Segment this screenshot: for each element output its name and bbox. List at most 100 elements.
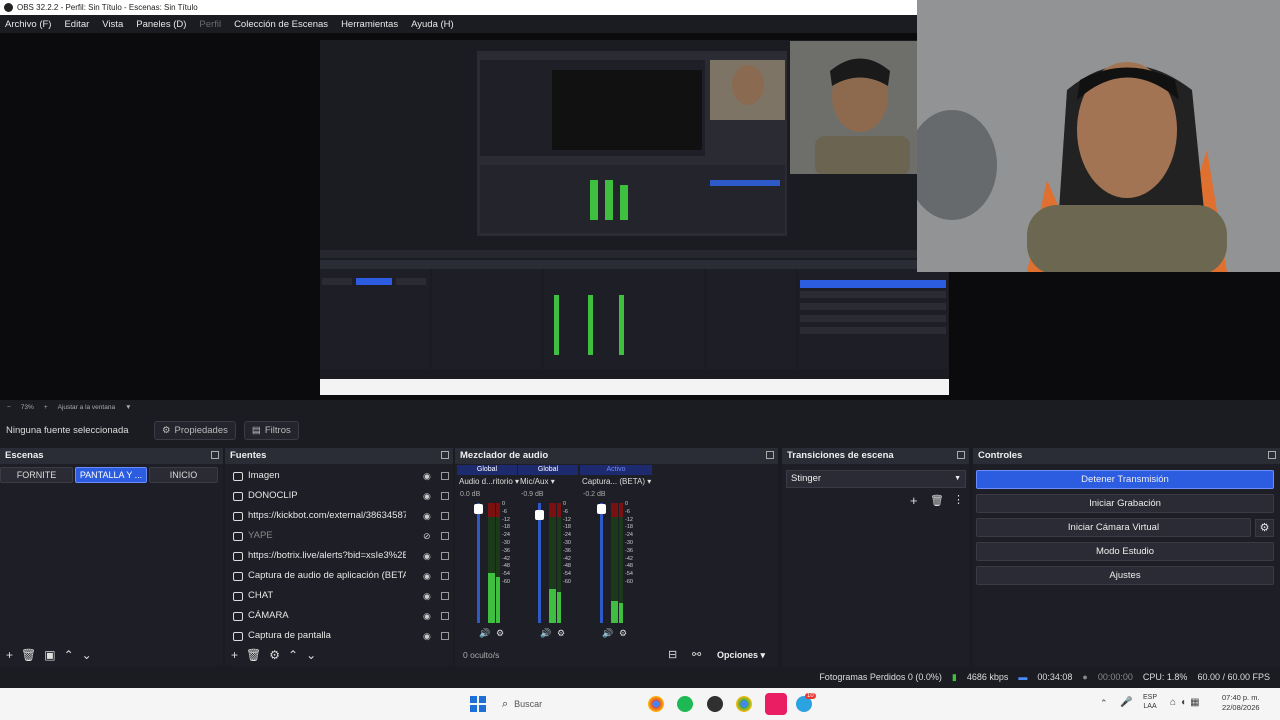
tray-expand-icon[interactable]: ⌃ — [1100, 698, 1108, 709]
volume-fader[interactable] — [538, 503, 541, 623]
menu-paneles[interactable]: Paneles (D) — [136, 19, 186, 30]
lock-icon[interactable] — [441, 572, 449, 580]
chrome-profile-icon[interactable] — [736, 696, 752, 712]
source-row[interactable]: Captura de audio de aplicación (BETA) ◉ — [229, 567, 451, 585]
eye-icon[interactable]: ◉ — [423, 607, 433, 625]
lock-icon[interactable] — [441, 552, 449, 560]
arrow-down-icon[interactable]: ⌄ — [306, 648, 316, 662]
gear-icon[interactable]: ⚙ — [496, 628, 504, 639]
channel-name[interactable]: Audio d...ritorio ▾ — [459, 477, 519, 489]
source-row[interactable]: Imagen ◉ — [229, 467, 451, 485]
source-row[interactable]: CÁMARA ◉ — [229, 607, 451, 625]
gear-icon[interactable]: ⚙ — [1255, 519, 1274, 537]
source-row[interactable]: https://kickbot.com/external/38634587 ◉ — [229, 507, 451, 525]
menu-editar[interactable]: Editar — [64, 19, 89, 30]
add-icon[interactable]: + — [231, 648, 238, 662]
gear-icon[interactable]: ⚙ — [269, 648, 280, 662]
source-row[interactable]: DONOCLIP ◉ — [229, 487, 451, 505]
add-icon[interactable]: + — [910, 493, 918, 508]
lock-icon[interactable] — [441, 632, 449, 640]
eye-icon[interactable]: ◉ — [423, 547, 433, 565]
undock-icon[interactable] — [957, 451, 965, 459]
windows-start-icon[interactable] — [470, 696, 486, 712]
trash-icon[interactable]: 🗑 — [246, 648, 261, 662]
eye-icon[interactable]: ◉ — [423, 627, 433, 645]
menu-perfil[interactable]: Perfil — [199, 19, 221, 30]
speaker-icon[interactable]: 🔊 — [602, 628, 613, 639]
taskbar-clock[interactable]: 07:40 p. m. 22/08/2026 — [1222, 693, 1260, 713]
obs-icon[interactable] — [707, 696, 723, 712]
lock-icon[interactable] — [441, 492, 449, 500]
spotify-icon[interactable] — [677, 696, 693, 712]
undock-icon[interactable] — [1268, 451, 1276, 459]
source-row[interactable]: Captura de pantalla ◉ — [229, 627, 451, 645]
undock-icon[interactable] — [441, 451, 449, 459]
speaker-icon[interactable]: 🔊 — [479, 628, 490, 639]
volume-fader[interactable] — [477, 503, 480, 623]
arrow-up-icon[interactable]: ⌃ — [64, 648, 74, 662]
undock-icon[interactable] — [766, 451, 774, 459]
chrome-icon[interactable] — [648, 696, 664, 712]
lock-icon[interactable] — [441, 532, 449, 540]
volume-fader[interactable] — [600, 503, 603, 623]
layout-icon[interactable]: ⊟ — [668, 648, 677, 661]
zoom-in-button[interactable]: + — [44, 404, 48, 411]
taskbar-search[interactable]: ⌕ Buscar — [496, 694, 636, 714]
add-icon[interactable]: + — [6, 648, 13, 662]
start-recording-button[interactable]: Iniciar Grabación — [976, 494, 1274, 513]
menu-archivo[interactable]: Archivo (F) — [5, 19, 51, 30]
eye-icon[interactable]: ◉ — [423, 587, 433, 605]
eye-icon[interactable]: ◉ — [423, 507, 433, 525]
lock-icon[interactable] — [441, 592, 449, 600]
filter-icon[interactable]: ▣ — [44, 648, 55, 662]
menu-coleccion-escenas[interactable]: Colección de Escenas — [234, 19, 328, 30]
fader-knob[interactable] — [597, 504, 606, 514]
source-row[interactable]: YAPE ⊘ — [229, 527, 451, 545]
tray-icons[interactable]: ⌂◖▦ — [1170, 697, 1204, 708]
eye-off-icon[interactable]: ⊘ — [423, 527, 433, 545]
lock-icon[interactable] — [441, 472, 449, 480]
gear-icon[interactable]: ⚙ — [557, 628, 565, 639]
menu-herramientas[interactable]: Herramientas — [341, 19, 398, 30]
menu-vista[interactable]: Vista — [102, 19, 123, 30]
lock-icon[interactable] — [441, 612, 449, 620]
source-row[interactable]: CHAT ◉ — [229, 587, 451, 605]
scene-fornite[interactable]: FORNITE — [0, 467, 73, 483]
transition-select[interactable]: Stinger ▼ — [786, 470, 966, 488]
properties-button[interactable]: ⚙ Propiedades — [154, 420, 236, 440]
eye-icon[interactable]: ◉ — [423, 467, 433, 485]
fader-knob[interactable] — [474, 504, 483, 514]
settings-button[interactable]: Ajustes — [976, 566, 1274, 585]
menu-ayuda[interactable]: Ayuda (H) — [411, 19, 454, 30]
mixer-options-button[interactable]: Opciones ▾ — [717, 650, 765, 661]
language-indicator[interactable]: ESP LAA — [1143, 693, 1157, 711]
filters-button[interactable]: ▤ Filtros — [243, 420, 299, 440]
link-icon[interactable]: ⚯ — [692, 648, 701, 661]
mic-icon[interactable]: 🎤 — [1120, 697, 1132, 708]
eye-icon[interactable]: ◉ — [423, 487, 433, 505]
eye-icon[interactable]: ◉ — [423, 567, 433, 585]
speaker-icon[interactable]: 🔊 — [540, 628, 551, 639]
fader-knob[interactable] — [535, 510, 544, 520]
chevron-down-icon[interactable]: ▼ — [125, 404, 131, 411]
studio-mode-button[interactable]: Modo Estudio — [976, 542, 1274, 561]
scene-inicio[interactable]: INICIO — [149, 467, 218, 483]
trash-icon[interactable]: 🗑 — [930, 494, 944, 507]
gear-icon[interactable]: ⚙ — [619, 628, 627, 639]
channel-name[interactable]: Mic/Aux ▾ — [520, 477, 555, 489]
source-row[interactable]: https://botrix.live/alerts?bid=xsIe3%2B9… — [229, 547, 451, 565]
arrow-down-icon[interactable]: ⌄ — [82, 648, 92, 662]
trash-icon[interactable]: 🗑 — [21, 648, 36, 662]
scene-pantalla[interactable]: PANTALLA Y ... — [75, 467, 147, 483]
zoom-out-button[interactable]: − — [7, 404, 11, 411]
zoom-fit-label[interactable]: Ajustar a la ventana — [58, 404, 115, 411]
undock-icon[interactable] — [211, 451, 219, 459]
more-icon[interactable]: ⋮ — [953, 493, 964, 506]
stream-icon: ▬ — [1018, 672, 1028, 682]
channel-name[interactable]: Captura... (BETA) ▾ — [582, 477, 651, 489]
lock-icon[interactable] — [441, 512, 449, 520]
arrow-up-icon[interactable]: ⌃ — [288, 648, 298, 662]
stop-stream-button[interactable]: Detener Transmisión — [976, 470, 1274, 489]
tiktok-icon[interactable] — [765, 693, 787, 715]
virtual-camera-button[interactable]: Iniciar Cámara Virtual — [976, 518, 1251, 537]
